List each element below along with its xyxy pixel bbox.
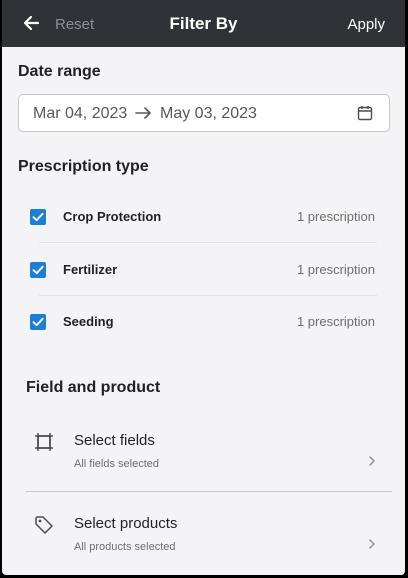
- prescription-option-fertilizer[interactable]: Fertilizer 1 prescription: [18, 262, 390, 314]
- checkbox-checked[interactable]: [30, 262, 46, 278]
- option-count: 1 prescription: [296, 209, 375, 224]
- option-count: 1 prescription: [296, 262, 375, 277]
- divider: [39, 295, 377, 296]
- prescription-option-seeding[interactable]: Seeding 1 prescription: [18, 314, 390, 366]
- option-label: Seeding: [63, 314, 114, 329]
- divider: [26, 491, 392, 492]
- option-count: 1 prescription: [296, 314, 375, 329]
- option-label: Fertilizer: [63, 262, 118, 277]
- select-products-sub: All products selected: [74, 541, 176, 553]
- field-boundary-icon: [34, 432, 54, 452]
- filter-screen: Reset Filter By Apply Date range Mar 04,…: [2, 0, 405, 575]
- start-date: Mar 04, 2023: [33, 105, 128, 122]
- prescription-type-title: Prescription type: [18, 158, 149, 175]
- select-products-label: Select products: [74, 515, 178, 532]
- header-bar: Reset Filter By Apply: [2, 0, 405, 47]
- apply-button[interactable]: Apply: [347, 16, 385, 33]
- select-fields-sub: All fields selected: [74, 458, 159, 470]
- select-products-row[interactable]: Select products All products selected: [26, 515, 392, 575]
- checkbox-checked[interactable]: [30, 314, 46, 330]
- chevron-right-icon: [368, 454, 376, 466]
- prescription-option-crop-protection[interactable]: Crop Protection 1 prescription: [18, 209, 390, 261]
- field-and-product-title: Field and product: [26, 379, 161, 396]
- date-range-field[interactable]: Mar 04, 2023 May 03, 2023: [18, 94, 390, 132]
- page-title: Filter By: [169, 14, 238, 33]
- calendar-icon[interactable]: [357, 105, 373, 121]
- end-date: May 03, 2023: [160, 105, 257, 122]
- date-range-title: Date range: [18, 63, 101, 80]
- checkbox-checked[interactable]: [30, 209, 46, 225]
- divider: [39, 242, 377, 243]
- option-label: Crop Protection: [63, 209, 162, 224]
- chevron-right-icon: [368, 537, 376, 549]
- select-fields-label: Select fields: [74, 432, 155, 449]
- arrow-right-icon: [135, 106, 153, 120]
- tag-icon: [34, 515, 54, 535]
